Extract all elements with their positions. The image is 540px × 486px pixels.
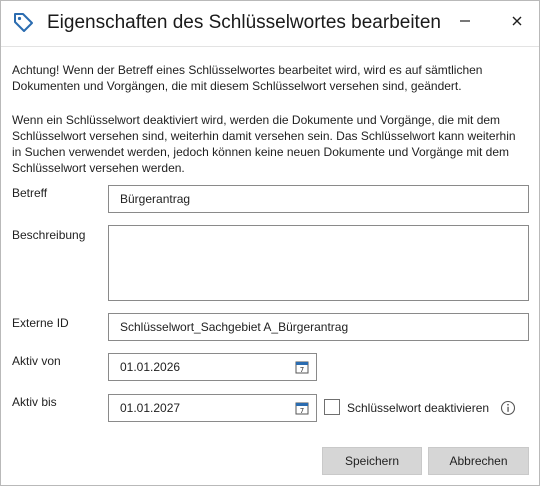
aktiv-bis-value: 01.01.2027 [120,401,181,415]
dialog: Eigenschaften des Schlüsselwortes bearbe… [0,0,540,486]
title-bar: Eigenschaften des Schlüsselwortes bearbe… [1,1,539,45]
deaktivieren-label[interactable]: Schlüsselwort deaktivieren [347,401,489,415]
close-icon [510,14,524,33]
externe-id-input[interactable]: Schlüsselwort_Sachgebiet A_Bürgerantrag [108,313,529,341]
calendar-icon[interactable]: 7 [295,401,309,415]
externe-id-value: Schlüsselwort_Sachgebiet A_Bürgerantrag [120,320,349,334]
deaktivieren-checkbox[interactable] [324,399,340,415]
betreff-value: Bürgerantrag [120,192,191,206]
aktiv-bis-label: Aktiv bis [12,395,57,409]
minimize-icon [458,14,472,33]
minimize-button[interactable] [449,8,481,38]
cancel-button-label: Abbrechen [449,454,508,468]
betreff-input[interactable]: Bürgerantrag [108,185,529,213]
tag-icon [11,12,35,34]
aktiv-von-label: Aktiv von [12,354,61,368]
betreff-label: Betreff [12,186,48,200]
save-button[interactable]: Speichern [322,447,422,475]
calendar-icon[interactable]: 7 [295,360,309,374]
beschreibung-label: Beschreibung [12,228,86,242]
warning-notice: Achtung! Wenn der Betreff eines Schlüsse… [12,63,483,93]
beschreibung-textarea[interactable] [108,225,529,301]
aktiv-bis-datepicker[interactable]: 01.01.2027 7 [108,394,317,422]
save-button-label: Speichern [344,454,400,468]
deactivation-notice: Wenn ein Schlüsselwort deaktiviert wird,… [12,113,516,175]
info-icon[interactable] [500,400,516,416]
externe-id-label: Externe ID [12,316,69,330]
dialog-title: Eigenschaften des Schlüsselwortes bearbe… [47,12,441,33]
close-button[interactable] [501,8,533,38]
svg-text:7: 7 [300,366,304,374]
title-separator [1,46,539,47]
cancel-button[interactable]: Abbrechen [428,447,529,475]
aktiv-von-value: 01.01.2026 [120,360,181,374]
aktiv-von-datepicker[interactable]: 01.01.2026 7 [108,353,317,381]
svg-text:7: 7 [300,407,304,415]
